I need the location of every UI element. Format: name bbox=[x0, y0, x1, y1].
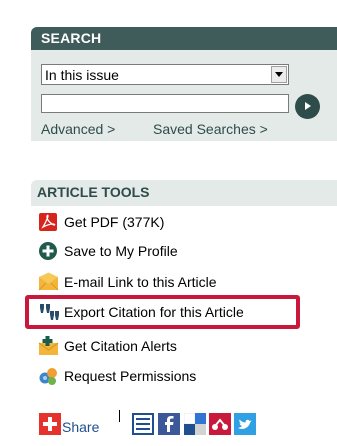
tool-label: Get Citation Alerts bbox=[64, 338, 177, 354]
permissions-icon bbox=[38, 366, 60, 386]
twitter-icon[interactable] bbox=[234, 413, 256, 435]
article-tools-title: ARTICLE TOOLS bbox=[37, 184, 150, 200]
tool-item-request-permissions[interactable]: Request Permissions bbox=[38, 366, 196, 386]
envelope-icon bbox=[38, 272, 60, 292]
search-header: SEARCH bbox=[31, 27, 337, 50]
facebook-icon[interactable] bbox=[158, 413, 180, 435]
search-scope-value: In this issue bbox=[45, 67, 119, 83]
advanced-search-link[interactable]: Advanced > bbox=[41, 121, 115, 137]
tool-item-email-link[interactable]: E-mail Link to this Article bbox=[38, 272, 217, 292]
tool-item-citation-alerts[interactable]: Get Citation Alerts bbox=[38, 336, 177, 356]
search-go-button[interactable] bbox=[295, 94, 320, 119]
tool-label: E-mail Link to this Article bbox=[64, 274, 217, 290]
tool-item-save-to-profile[interactable]: Save to My Profile bbox=[38, 241, 178, 261]
delicious-icon[interactable] bbox=[183, 412, 206, 435]
tool-label: Get PDF (377K) bbox=[64, 214, 165, 230]
search-title: SEARCH bbox=[41, 30, 102, 46]
search-input[interactable] bbox=[41, 94, 289, 113]
search-scope-select[interactable]: In this issue bbox=[41, 64, 289, 85]
tool-label: Request Permissions bbox=[64, 368, 197, 384]
pdf-icon bbox=[38, 212, 60, 232]
share-link[interactable]: Share bbox=[62, 419, 99, 435]
tool-label: Save to My Profile bbox=[64, 243, 178, 259]
tool-item-get-pdf[interactable]: Get PDF (377K) bbox=[38, 212, 164, 232]
alert-envelope-icon bbox=[38, 336, 60, 356]
plus-circle-icon bbox=[38, 241, 60, 261]
chevron-down-icon[interactable] bbox=[271, 66, 287, 83]
highlight-box bbox=[25, 295, 300, 329]
share-plus-icon[interactable] bbox=[39, 413, 61, 435]
mendeley-icon[interactable] bbox=[209, 413, 231, 435]
share-separator bbox=[119, 410, 120, 422]
saved-searches-link[interactable]: Saved Searches > bbox=[153, 121, 268, 137]
menu-list-icon[interactable] bbox=[132, 413, 154, 435]
